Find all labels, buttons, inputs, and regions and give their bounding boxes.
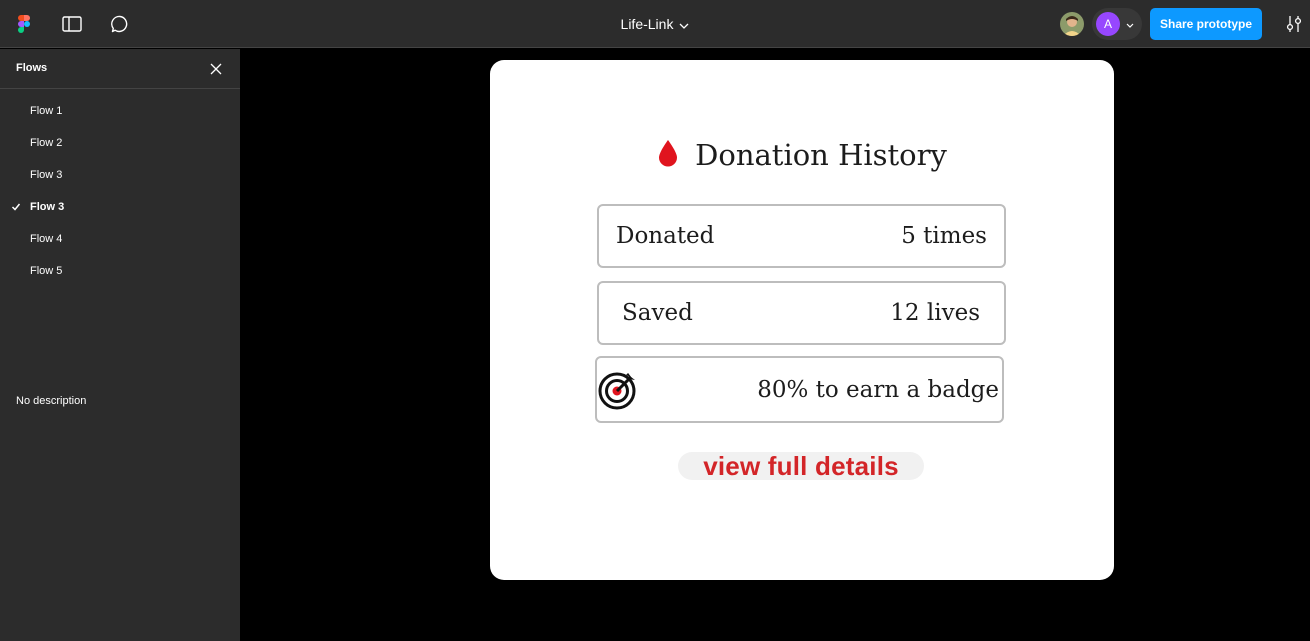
saved-card: Saved 12 lives [597, 281, 1006, 345]
user-avatar: A [1096, 12, 1120, 36]
sidebar-header: Flows [0, 49, 240, 89]
page-title: Donation History [695, 138, 947, 172]
flow-item[interactable]: Flow 3 [0, 159, 240, 191]
saved-value: 12 lives [890, 300, 980, 326]
prototype-canvas: Donation History Donated 5 times Saved 1… [240, 49, 1310, 641]
saved-label: Saved [622, 300, 693, 326]
flow-item[interactable]: Flow 1 [0, 95, 240, 127]
panel-toggle-icon[interactable] [60, 12, 84, 36]
current-user-menu[interactable]: A [1092, 8, 1142, 40]
flow-item-label: Flow 2 [30, 137, 63, 149]
blood-drop-icon [657, 139, 679, 172]
user-photo-avatar[interactable] [1060, 12, 1084, 36]
badge-progress-card: 80% to earn a badge [595, 356, 1004, 423]
donated-label: Donated [616, 223, 715, 249]
check-icon [11, 202, 21, 212]
file-title-menu[interactable]: Life-Link [621, 16, 690, 32]
chevron-down-icon [1126, 15, 1134, 33]
close-icon[interactable] [206, 59, 226, 79]
badge-progress-text: 80% to earn a badge [757, 376, 999, 403]
view-full-details-button[interactable]: view full details [678, 451, 924, 481]
donated-value: 5 times [901, 223, 987, 249]
target-icon [598, 370, 638, 415]
flow-item[interactable]: Flow 2 [0, 127, 240, 159]
flow-item-label: Flow 3 [30, 201, 65, 213]
chevron-down-icon [679, 16, 689, 32]
flow-item[interactable]: Flow 4 [0, 223, 240, 255]
flow-item-label: Flow 3 [30, 169, 63, 181]
flow-item[interactable]: Flow 5 [0, 255, 240, 287]
share-prototype-button[interactable]: Share prototype [1150, 8, 1262, 40]
top-bar: Life-Link A Share prototype [0, 0, 1310, 48]
donated-card: Donated 5 times [597, 204, 1006, 268]
flow-description: No description [16, 395, 87, 407]
sidebar-title: Flows [16, 62, 48, 74]
flow-item-label: Flow 5 [30, 265, 63, 277]
prototype-frame: Donation History Donated 5 times Saved 1… [490, 60, 1114, 580]
donation-history-heading: Donation History [490, 138, 1114, 172]
flow-list: Flow 1 Flow 2 Flow 3 Flow 3 Flow 4 Flow … [0, 89, 240, 287]
figma-logo-icon[interactable] [12, 12, 36, 36]
file-title: Life-Link [620, 16, 674, 32]
flow-item-selected[interactable]: Flow 3 [0, 191, 240, 223]
flow-item-label: Flow 1 [30, 105, 63, 117]
flows-sidebar: Flows Flow 1 Flow 2 Flow 3 Flow 3 Flow 4… [0, 49, 240, 641]
flow-item-label: Flow 4 [30, 233, 63, 245]
comment-icon[interactable] [108, 12, 132, 36]
settings-sliders-icon[interactable] [1282, 12, 1306, 36]
